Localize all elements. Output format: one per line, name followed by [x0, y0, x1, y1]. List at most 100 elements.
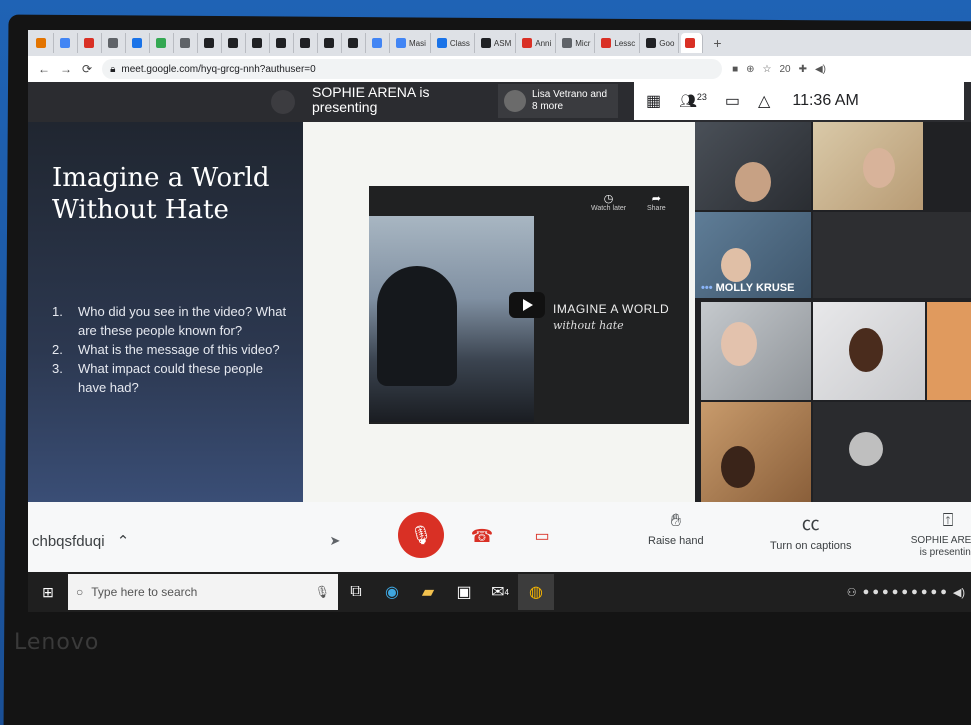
browser-tab[interactable]: [320, 33, 342, 53]
captions-button[interactable]: ㏄ Turn on captions: [770, 510, 852, 552]
puzzle-icon[interactable]: ✚: [799, 64, 807, 75]
chrome-icon[interactable]: ◍: [518, 574, 554, 610]
activities-icon[interactable]: △: [758, 91, 770, 111]
participant-tile-empty: [813, 212, 971, 298]
browser-tab[interactable]: [128, 33, 150, 53]
question-list: 1. Who did you see in the video? What are…: [52, 302, 292, 397]
camera-icon[interactable]: ■: [732, 64, 738, 75]
tab-favicon-icon: [348, 38, 358, 48]
mute-microphone-button[interactable]: 🎙︎: [398, 512, 444, 558]
play-button[interactable]: [509, 292, 545, 318]
tab-favicon-icon: [60, 38, 70, 48]
extensions-area: ■ ⊕ ☆ 20 ✚ ◀︎): [732, 64, 826, 75]
laptop-screen: Masi Class ASM Anni Micr Lessc Goo + ← → ⟳ 🔒︎ m…: [28, 30, 971, 612]
task-view-icon[interactable]: ⧉: [338, 574, 374, 610]
video-title: IMAGINE A WORLD: [553, 302, 670, 316]
url-field[interactable]: 🔒︎ meet.google.com/hyq-grcg-nnh?authuser…: [102, 59, 723, 79]
raise-hand-button[interactable]: ✋︎ Raise hand: [648, 510, 704, 547]
url-text: meet.google.com/hyq-grcg-nnh?authuser=0: [121, 63, 316, 75]
browser-tab[interactable]: [272, 33, 294, 53]
browser-tab[interactable]: Anni: [518, 33, 557, 53]
windows-taskbar: ⊞ ○ Type here to search 🎙︎ ⧉ ◉ ▰ ▣ ✉ 4 ◍ …: [28, 572, 971, 612]
participant-tile[interactable]: [813, 122, 923, 210]
browser-tab[interactable]: [176, 33, 198, 53]
back-icon[interactable]: ←: [38, 62, 50, 76]
camera-toggle-button[interactable]: ▭: [528, 522, 556, 550]
file-explorer-icon[interactable]: ▰: [410, 574, 446, 610]
chevron-up-icon: ⌃: [116, 533, 130, 550]
participants-preview[interactable]: Lisa Vetrano and 8 more: [498, 84, 618, 118]
browser-tab[interactable]: Class: [433, 33, 475, 53]
browser-tab[interactable]: [152, 33, 174, 53]
sound-icon[interactable]: ◀︎): [815, 64, 826, 75]
participant-tile[interactable]: [813, 302, 925, 400]
browser-tab[interactable]: [248, 33, 270, 53]
watch-later-button[interactable]: ◷ Watch later: [591, 192, 626, 212]
participant-face: [863, 148, 895, 188]
browser-tab[interactable]: [32, 33, 54, 53]
share-label: Share: [647, 205, 666, 212]
question-text: Who did you see in the video? What are t…: [78, 304, 287, 338]
browser-tab[interactable]: [224, 33, 246, 53]
leave-call-button[interactable]: ☎︎: [468, 522, 496, 550]
question-number: 1.: [52, 304, 63, 319]
people-tray-icon[interactable]: ⚇: [847, 586, 857, 599]
participant-tile[interactable]: [927, 302, 971, 400]
tab-favicon-icon: [252, 38, 262, 48]
volume-icon[interactable]: ◀︎): [953, 586, 965, 599]
browser-tab[interactable]: [80, 33, 102, 53]
browser-tab[interactable]: [200, 33, 222, 53]
browser-tab[interactable]: ASM: [477, 33, 517, 53]
microphone-icon[interactable]: 🎙︎: [315, 585, 338, 599]
browser-tab[interactable]: Micr: [558, 33, 596, 53]
taskbar-search-placeholder: Type here to search: [91, 585, 198, 599]
store-icon[interactable]: ▣: [446, 574, 482, 610]
taskbar-search-box[interactable]: ○ Type here to search 🎙︎: [68, 574, 338, 610]
tab-favicon-icon: [204, 38, 214, 48]
browser-tab[interactable]: [681, 33, 704, 53]
reload-icon[interactable]: ⟳: [82, 62, 92, 76]
browser-tab[interactable]: [296, 33, 318, 53]
browser-tab[interactable]: [56, 33, 78, 53]
people-button[interactable]: 👥︎23: [679, 92, 707, 110]
participant-tile[interactable]: [701, 302, 811, 400]
browser-tab[interactable]: Lessc: [597, 33, 641, 53]
question-text: What is the message of this video?: [78, 342, 280, 357]
browser-tab[interactable]: [368, 33, 390, 53]
tab-label: Masi: [409, 38, 426, 48]
mail-icon[interactable]: ✉ 4: [482, 574, 518, 610]
video-subtitle: without hate: [553, 319, 624, 332]
browser-tab[interactable]: Masi: [392, 33, 431, 53]
raise-hand-label: Raise hand: [648, 535, 704, 547]
participant-face: [721, 248, 751, 282]
browser-tab[interactable]: Goo: [642, 33, 680, 53]
share-icon: ➦: [651, 193, 661, 205]
mail-badge: 4: [504, 587, 509, 597]
participant-tile[interactable]: [813, 402, 971, 502]
star-icon[interactable]: ☆: [763, 64, 772, 75]
new-tab-icon[interactable]: +: [705, 35, 729, 51]
embedded-video[interactable]: ◷ Watch later ➦ Share IMAGINE A WORLD wi…: [369, 186, 689, 424]
participant-tile[interactable]: [695, 122, 811, 210]
extension-badge[interactable]: 20: [779, 64, 790, 75]
edge-icon[interactable]: ◉: [374, 574, 410, 610]
participant-tile[interactable]: [701, 402, 811, 502]
lock-icon: 🔒︎: [110, 63, 116, 75]
browser-tab[interactable]: [104, 33, 126, 53]
presenting-status-button[interactable]: ⍐ SOPHIE ARENA is presenting: [908, 510, 971, 559]
forward-icon[interactable]: →: [60, 62, 72, 76]
chat-icon[interactable]: ▭: [725, 91, 740, 111]
tab-favicon-icon: [646, 38, 657, 48]
windows-start-icon[interactable]: ⊞: [28, 572, 68, 612]
grid-layout-icon[interactable]: ▦: [646, 91, 661, 111]
tab-label: Class: [449, 38, 470, 48]
participants-preview-label: Lisa Vetrano and 8 more: [532, 89, 608, 112]
tray-apps-icon[interactable]: ● ● ● ● ● ● ● ● ●: [863, 586, 947, 599]
share-button[interactable]: ➦ Share: [647, 192, 666, 212]
browser-tab[interactable]: [344, 33, 366, 53]
zoom-icon[interactable]: ⊕: [746, 64, 754, 75]
participant-face: [735, 162, 771, 202]
meeting-details-button[interactable]: chbqsfduqi ⌃: [32, 532, 129, 550]
participant-tile[interactable]: ••• MOLLY KRUSE: [695, 212, 811, 298]
meeting-code: chbqsfduqi: [32, 533, 105, 550]
